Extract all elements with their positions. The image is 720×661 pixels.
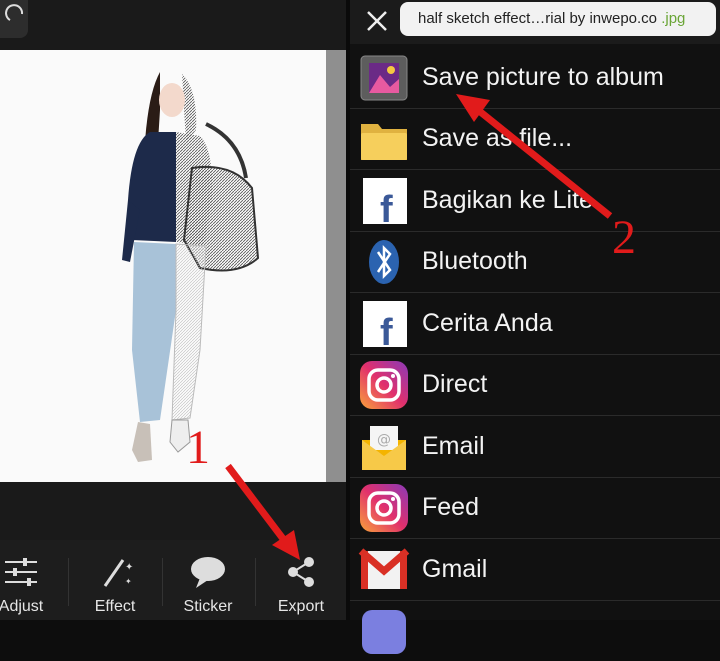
- annotation-arrows: [225, 94, 613, 560]
- step-2-label: 2: [612, 211, 636, 264]
- step-1-label: 1: [186, 421, 210, 474]
- arrow-to-export: [225, 463, 293, 551]
- arrow-to-save-album: [475, 107, 613, 219]
